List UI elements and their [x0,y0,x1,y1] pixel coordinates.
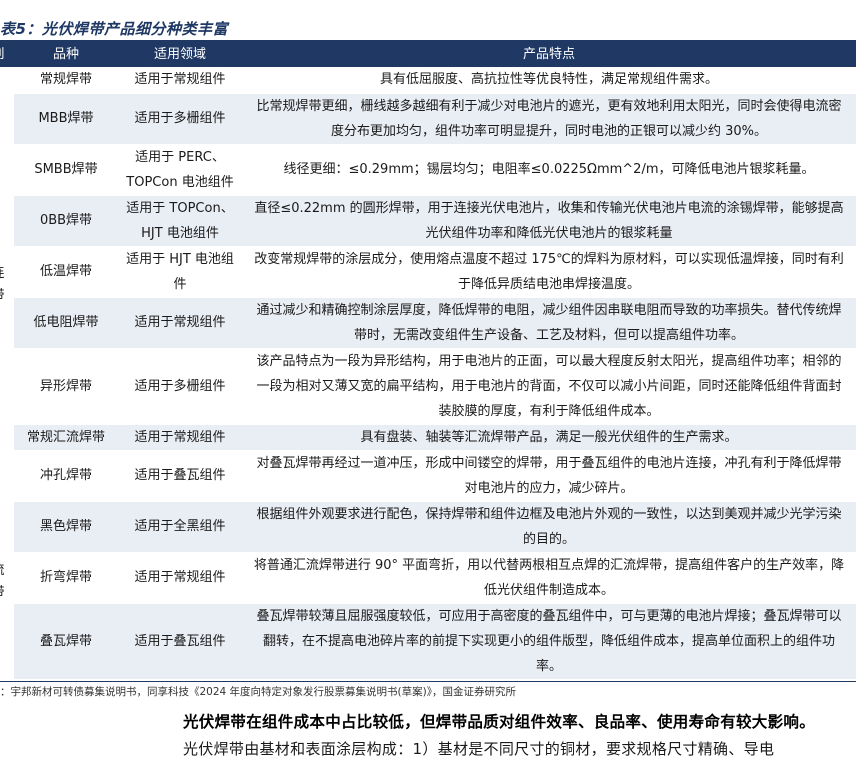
row-name: 叠瓦焊带 [14,603,118,680]
row-feature: 该产品特点为一段为异形结构，用于电池片的正面，可以最大程度反射太阳光，提高组件功… [242,348,856,425]
row-field: 适用于 TOPCon、HJT 电池组件 [118,195,242,247]
row-feature: 线径更细：≤0.29mm；锡层均匀；电阻率≤0.0225Ωmm^2/m，可降低电… [242,144,856,196]
row-feature: 比常规焊带更细，栅线越多越细有利于减少对电池片的遮光，更有效地利用太阳光，同时会… [242,93,856,145]
row-name: SMBB焊带 [14,144,118,196]
row-feature: 具有低屈服度、高抗拉性等优良特性，满足常规组件需求。 [242,67,856,94]
row-field: 适用于常规组件 [118,67,242,94]
group-label: 带 [0,285,10,307]
group-label: 带 [0,582,10,604]
table-header-row: 别 品种 适用领域 产品特点 [0,42,856,67]
paragraph-heading: 光伏焊带在组件成本中占比较低，但焊带品质对组件效率、良品率、使用寿命有较大影响。 [183,713,816,731]
table-row: 异形焊带 适用于多栅组件 该产品特点为一段为异形结构，用于电池片的正面，可以最大… [0,348,856,425]
row-name: 折弯焊带 [14,552,118,604]
source-note: ：宇邦新材可转债募集说明书，同享科技《2024 年度向特定对象发行股票募集说明书… [0,686,517,698]
row-field: 适用于多栅组件 [118,93,242,145]
header-field: 适用领域 [118,42,242,67]
table-row: SMBB焊带 适用于 PERC、TOPCon 电池组件 线径更细：≤0.29mm… [0,144,856,196]
row-field: 适用于常规组件 [118,552,242,604]
table-row: 低电阻焊带 适用于常规组件 通过减少和精确控制涂层厚度，降低焊带的电阻，减少组件… [0,297,856,349]
row-field: 适用于多栅组件 [118,348,242,425]
row-name: 异形焊带 [14,348,118,425]
header-feature: 产品特点 [242,42,856,67]
group-label: 流 [0,560,10,582]
row-field: 适用于叠瓦组件 [118,603,242,680]
row-feature: 具有盘装、轴装等汇流焊带产品，满足一般光伏组件的生产需求。 [242,423,856,451]
row-field: 适用于 HJT 电池组件 [118,246,242,298]
row-feature: 对叠瓦焊带再经过一道冲压，形成中间镂空的焊带，用于叠瓦组件的电池片连接，冲孔有利… [242,450,856,502]
row-feature: 将普通汇流焊带进行 90° 平面弯折，用以代替两根相互点焊的汇流焊带，提高组件客… [242,552,856,604]
ribbon-types-table: 别 品种 适用领域 产品特点 连 带 常规焊带 适用于常规组件 具有低屈服度、高… [0,42,856,680]
row-field: 适用于常规组件 [118,423,242,451]
row-name: MBB焊带 [14,93,118,145]
row-feature: 直径≤0.22mm 的圆形焊带，用于连接光伏电池片，收集和传输光伏电池片电流的涂… [242,195,856,247]
bottom-rule [0,681,856,682]
group-bus-ribbon: 流 带 [0,423,14,680]
row-feature: 通过减少和精确控制涂层厚度，降低焊带的电阻，减少组件因串联电阻而导致的功率损失。… [242,297,856,349]
row-name: 低温焊带 [14,246,118,298]
row-field: 适用于 PERC、TOPCon 电池组件 [118,144,242,196]
paragraph-text: 光伏焊带由基材和表面涂层构成：1）基材是不同尺寸的铜材，要求规格尺寸精确、导电 [183,740,775,758]
row-feature: 改变常规焊带的涂层成分，使用熔点温度不超过 175℃的焊料为原材料，可以实现低温… [242,246,856,298]
row-field: 适用于常规组件 [118,297,242,349]
table-row: 黑色焊带 适用于全黑组件 根据组件外观要求进行配色，保持焊带和组件边框及电池片外… [0,501,856,553]
table-row: 冲孔焊带 适用于叠瓦组件 对叠瓦焊带再经过一道冲压，形成中间镂空的焊带，用于叠瓦… [0,450,856,502]
group-interconnect-ribbon: 连 带 [0,67,14,425]
table-row: 叠瓦焊带 适用于叠瓦组件 叠瓦焊带较薄且屈服强度较低，可应用于高密度的叠瓦组件中… [0,603,856,680]
row-name: 黑色焊带 [14,501,118,553]
header-category: 别 [0,42,14,67]
group-label: 连 [0,263,10,285]
table-row: 0BB焊带 适用于 TOPCon、HJT 电池组件 直径≤0.22mm 的圆形焊… [0,195,856,247]
row-name: 0BB焊带 [14,195,118,247]
table-title: 表5：光伏焊带产品细分种类丰富 [0,20,228,38]
row-field: 适用于全黑组件 [118,501,242,553]
row-name: 冲孔焊带 [14,450,118,502]
table-row: 流 带 常规汇流焊带 适用于常规组件 具有盘装、轴装等汇流焊带产品，满足一般光伏… [0,423,856,680]
row-feature: 根据组件外观要求进行配色，保持焊带和组件边框及电池片外观的一致性，以达到美观并减… [242,501,856,553]
header-name: 品种 [14,42,118,67]
row-field: 适用于叠瓦组件 [118,450,242,502]
row-feature: 叠瓦焊带较薄且屈服强度较低，可应用于高密度的叠瓦组件中，可与更薄的电池片焊接；叠… [242,603,856,680]
row-name: 低电阻焊带 [14,297,118,349]
table-row: MBB焊带 适用于多栅组件 比常规焊带更细，栅线越多越细有利于减少对电池片的遮光… [0,93,856,145]
row-name: 常规汇流焊带 [14,423,118,451]
table-row: 连 带 常规焊带 适用于常规组件 具有低屈服度、高抗拉性等优良特性，满足常规组件… [0,67,856,425]
table-row: 低温焊带 适用于 HJT 电池组件 改变常规焊带的涂层成分，使用熔点温度不超过 … [0,246,856,298]
row-name: 常规焊带 [14,67,118,94]
table-row: 折弯焊带 适用于常规组件 将普通汇流焊带进行 90° 平面弯折，用以代替两根相互… [0,552,856,604]
